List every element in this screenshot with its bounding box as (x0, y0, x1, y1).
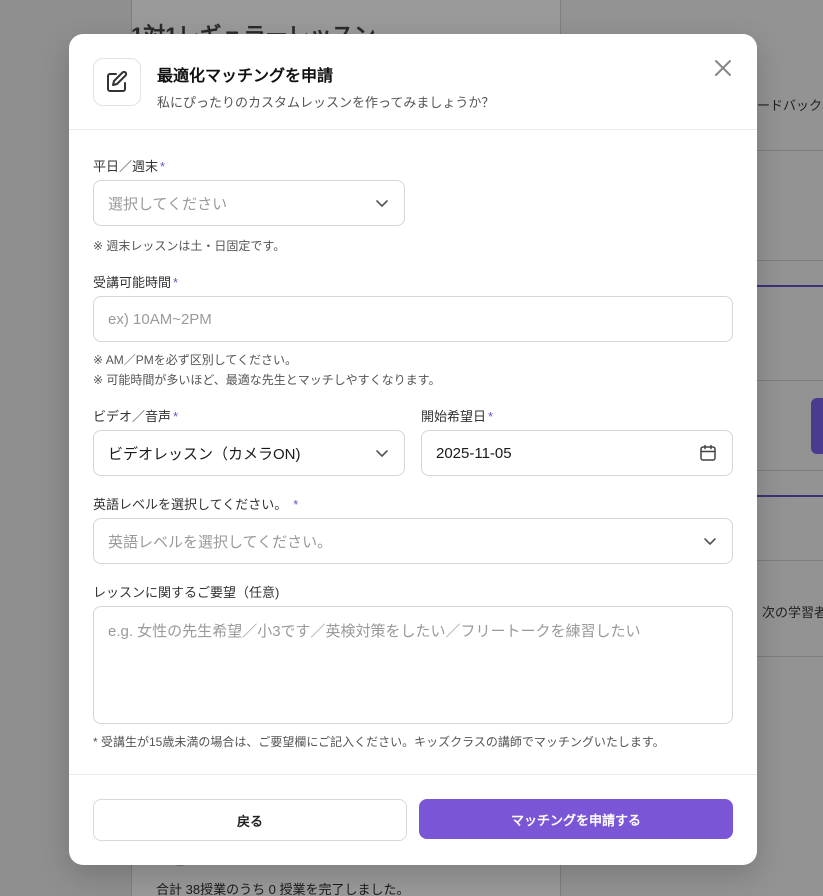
start-date-value: 2025-11-05 (436, 444, 512, 462)
video-audio-value: ビデオレッスン（カメラON) (108, 445, 301, 463)
request-note: * 受講生が15歳未満の場合は、ご要望欄にご記入ください。キッズクラスの講師でマ… (93, 735, 665, 749)
footer-divider (69, 774, 757, 775)
available-time-label: 受講可能時間 * (93, 272, 178, 291)
start-date-input[interactable]: 2025-11-05 (421, 430, 733, 476)
background-text-feedback: ードバック (757, 98, 823, 113)
english-level-select[interactable]: 英語レベルを選択してください。 (93, 518, 733, 564)
english-level-label-text: 英語レベルを選択してください。 (93, 497, 288, 512)
weekday-label: 平日／週末 * (93, 156, 165, 175)
english-level-label: 英語レベルを選択してください。 * (93, 494, 298, 513)
video-audio-label: ビデオ／音声 * (93, 406, 178, 425)
background-progress-text: 合計 38授業のうち 0 授業を完了しました。 (156, 882, 410, 896)
background-text-next-learner: 次の学習者 (762, 605, 823, 620)
calendar-icon[interactable] (698, 443, 718, 463)
start-date-label-text: 開始希望日 (421, 409, 487, 424)
available-time-placeholder: ex) 10AM~2PM (108, 310, 212, 328)
weekday-select[interactable]: 選択してください (93, 180, 405, 226)
background-button (811, 398, 823, 454)
video-audio-label-text: ビデオ／音声 (93, 409, 172, 424)
weekday-select-placeholder: 選択してください (108, 195, 228, 213)
video-audio-select[interactable]: ビデオレッスン（カメラON) (93, 430, 405, 476)
required-mark: * (173, 275, 179, 290)
close-button[interactable] (711, 56, 735, 80)
required-mark: * (173, 409, 179, 424)
matching-request-modal: 最適化マッチングを申請 私にぴったりのカスタムレッスンを作ってみましょうか？ 平… (69, 34, 757, 865)
close-icon (715, 60, 731, 76)
available-time-input[interactable]: ex) 10AM~2PM (93, 296, 733, 342)
request-label: レッスンに関するご要望（任意) (93, 585, 280, 600)
chevron-down-icon (702, 533, 718, 549)
weekday-label-text: 平日／週末 (93, 159, 159, 174)
required-mark: * (488, 409, 494, 424)
back-button[interactable]: 戻る (93, 799, 407, 841)
apply-matching-button[interactable]: マッチングを申請する (419, 799, 733, 839)
modal-title: 最適化マッチングを申請 (157, 68, 334, 85)
edit-icon (93, 58, 141, 106)
available-time-note-1: ※ AM／PMを必ず区別してください。 (93, 353, 298, 367)
modal-subtitle: 私にぴったりのカスタムレッスンを作ってみましょうか？ (157, 95, 495, 110)
start-date-label: 開始希望日 * (421, 406, 493, 425)
modal-header: 最適化マッチングを申請 私にぴったりのカスタムレッスンを作ってみましょうか？ (69, 34, 757, 130)
weekday-note: ※ 週末レッスンは土・日固定です。 (93, 239, 286, 253)
available-time-label-text: 受講可能時間 (93, 275, 172, 290)
required-mark: * (160, 159, 166, 174)
chevron-down-icon (374, 445, 390, 461)
chevron-down-icon (374, 195, 390, 211)
request-textarea[interactable]: e.g. 女性の先生希望／小3です／英検対策をしたい／フリートークを練習したい (93, 606, 733, 724)
english-level-placeholder: 英語レベルを選択してください。 (108, 533, 333, 551)
required-mark: * (293, 497, 299, 512)
available-time-note-2: ※ 可能時間が多いほど、最適な先生とマッチしやすくなります。 (93, 373, 441, 387)
